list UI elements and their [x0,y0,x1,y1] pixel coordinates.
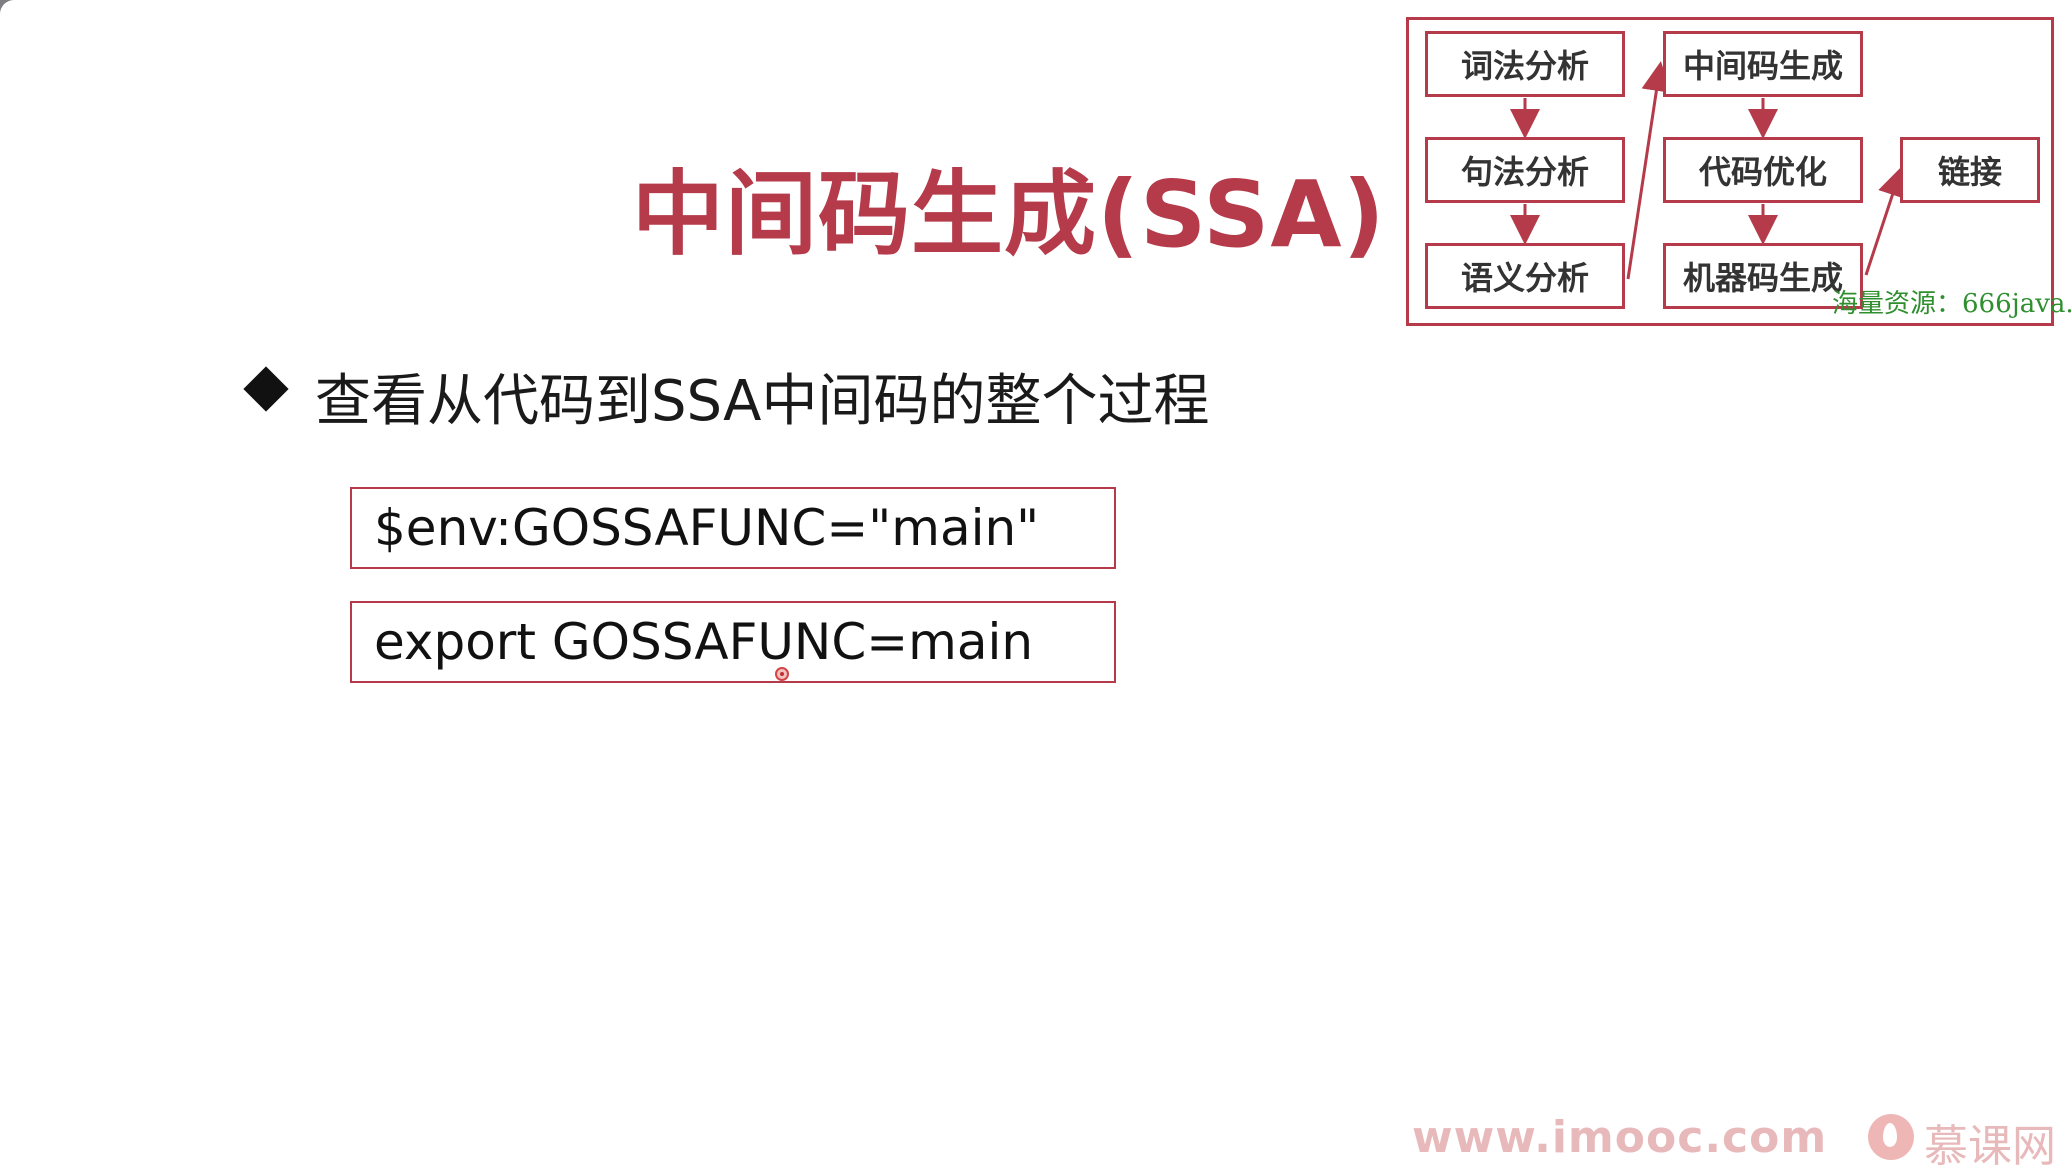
code-line-powershell: $env:GOSSAFUNC="main" [374,499,1040,557]
slide-title: 中间码生成(SSA) [632,161,1386,268]
bullet-text: 查看从代码到SSA中间码的整个过程 [315,369,1210,434]
code-box-powershell: $env:GOSSAFUNC="main" [350,487,1116,569]
footer-url: www.imooc.com [1412,1112,1828,1163]
diamond-bullet-icon [243,366,289,412]
flow-node-optimize: 代码优化 [1663,137,1863,203]
arrow-machine-to-link [1864,166,1907,276]
arrow-semantic-to-ir [1626,61,1672,280]
flow-node-ir-gen: 中间码生成 [1663,31,1863,97]
watermark-text: 海量资源：666java. [1832,289,2072,319]
code-box-bash: export GOSSAFUNC=main [350,601,1116,683]
code-line-bash: export GOSSAFUNC=main [374,613,1034,671]
flow-node-lexical: 词法分析 [1425,31,1625,97]
flow-node-semantic: 语义分析 [1425,243,1625,309]
pointer-cursor-icon [775,667,789,681]
slide: 中间码生成(SSA) 查看从代码到SSA中间码的整个过程 $env:GOSSAF… [0,0,2072,1166]
flow-node-syntax: 句法分析 [1425,137,1625,203]
flow-node-link: 链接 [1900,137,2040,203]
footer-brand: 慕课网 [1924,1121,2056,1166]
imooc-flame-logo-icon [1868,1114,1914,1160]
